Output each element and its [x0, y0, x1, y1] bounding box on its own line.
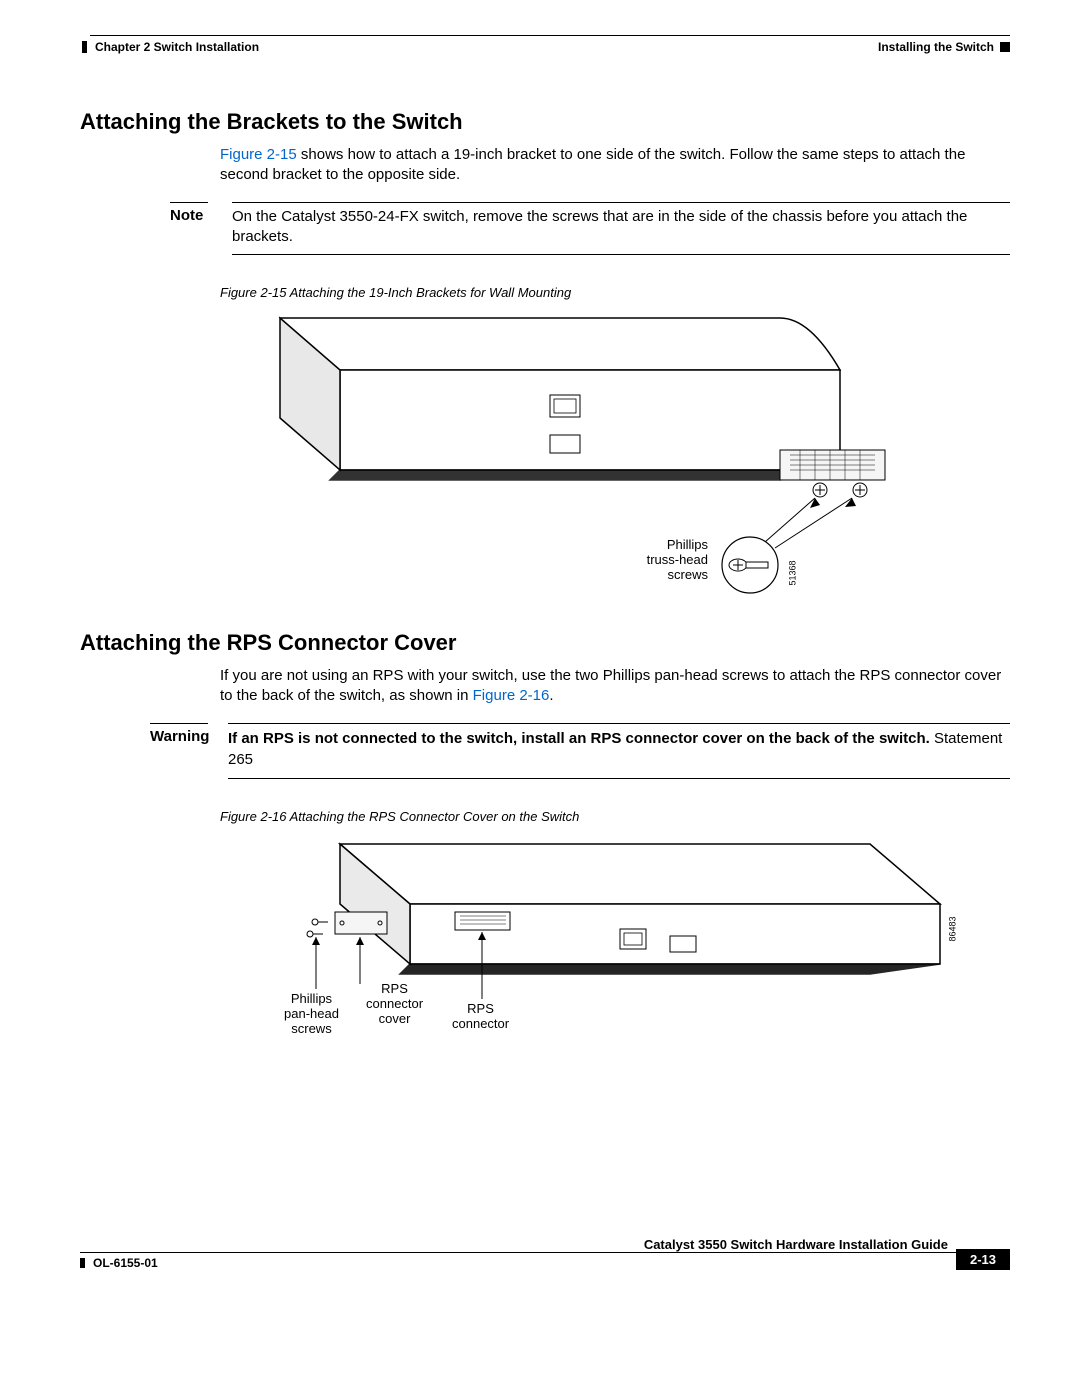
- footer-doc-number: OL-6155-01: [93, 1256, 158, 1270]
- note-content: On the Catalyst 3550-24-FX switch, remov…: [232, 202, 1010, 255]
- header-chapter: Chapter 2 Switch Installation: [80, 40, 259, 54]
- figure-2-16-caption: Figure 2-16 Attaching the RPS Connector …: [220, 809, 1010, 824]
- fig2-annotation-cover: RPSconnectorcover: [366, 982, 423, 1027]
- fig1-annotation-screws: Phillipstruss-headscrews: [628, 538, 708, 583]
- section2-paragraph: If you are not using an RPS with your sw…: [220, 666, 1010, 705]
- figure-2-15: Phillipstruss-headscrews 51368: [220, 310, 900, 600]
- fig2-annotation-screws: Phillipspan-headscrews: [284, 992, 339, 1037]
- section1-paragraph: Figure 2-15 shows how to attach a 19-inc…: [220, 145, 1010, 184]
- footer-doc-title: Catalyst 3550 Switch Hardware Installati…: [80, 1237, 956, 1252]
- figure-2-15-caption: Figure 2-15 Attaching the 19-Inch Bracke…: [220, 285, 1010, 300]
- page-footer: Catalyst 3550 Switch Hardware Installati…: [80, 1237, 1010, 1270]
- section-title-brackets: Attaching the Brackets to the Switch: [80, 109, 1010, 135]
- figure-2-16: Phillipspan-headscrews RPSconnectorcover…: [220, 834, 960, 1054]
- header-section: Installing the Switch: [878, 40, 1010, 54]
- section-title-rps: Attaching the RPS Connector Cover: [80, 630, 1010, 656]
- figure-2-16-link[interactable]: Figure 2-16: [473, 687, 550, 704]
- page-number: 2-13: [956, 1249, 1010, 1270]
- fig1-id: 51368: [788, 560, 798, 585]
- fig2-id: 86483: [948, 916, 958, 941]
- figure-2-15-link[interactable]: Figure 2-15: [220, 146, 297, 163]
- warning-label: Warning: [150, 728, 210, 745]
- note-label: Note: [170, 207, 214, 224]
- fig2-annotation-connector: RPSconnector: [452, 1002, 509, 1032]
- warning-content: If an RPS is not connected to the switch…: [228, 723, 1010, 779]
